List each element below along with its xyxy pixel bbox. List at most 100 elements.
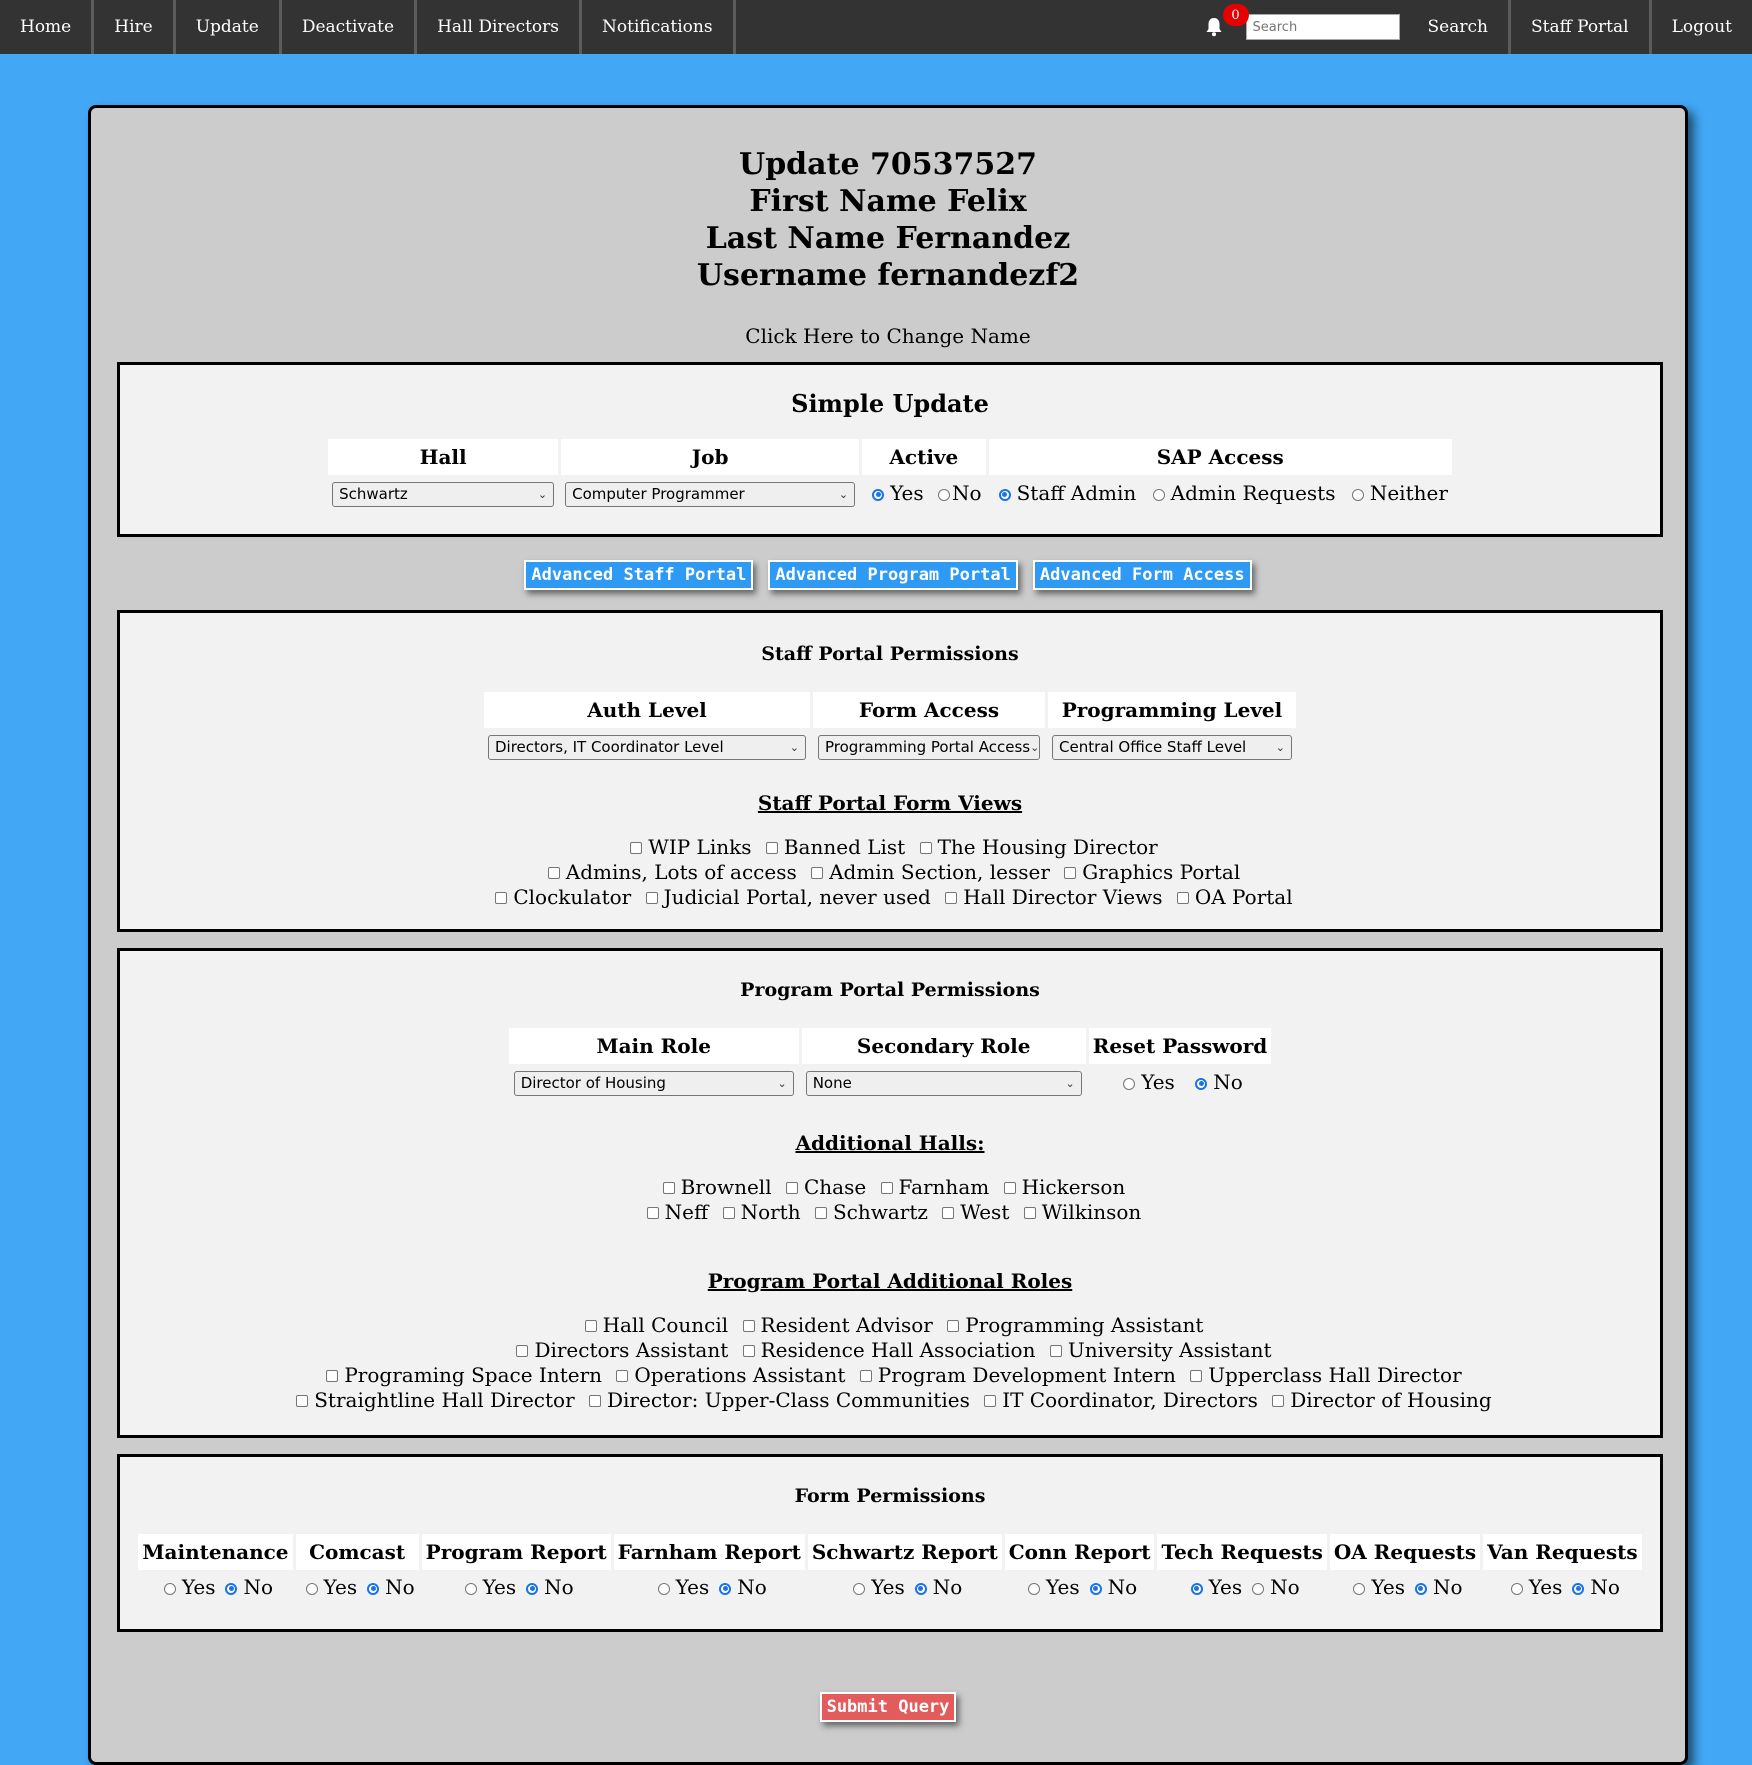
reset-password-yes-radio[interactable] xyxy=(1123,1077,1136,1090)
oa-requests-options: Yes No xyxy=(1330,1573,1480,1601)
residence-hall-association-checkbox[interactable] xyxy=(742,1345,755,1357)
sap-staff-admin-radio[interactable] xyxy=(998,488,1011,501)
admins-checkbox[interactable] xyxy=(547,867,560,879)
nav-home[interactable]: Home xyxy=(0,0,95,54)
chase-checkbox[interactable] xyxy=(785,1182,798,1194)
schwartz-checkbox[interactable] xyxy=(814,1207,827,1219)
checkbox-label: Hickerson xyxy=(1021,1174,1126,1199)
program-portal-table: Main Role Secondary Role Reset Password … xyxy=(506,1025,1275,1101)
programming-level-select[interactable]: Central Office Staff Level ⌄ xyxy=(1052,734,1292,760)
halls-row: Neff North Schwartz West Wilkinson xyxy=(120,1200,1660,1225)
it-coordinator-directors-checkbox[interactable] xyxy=(984,1395,997,1407)
advanced-staff-portal-button[interactable]: Advanced Staff Portal xyxy=(524,560,754,590)
change-name-link[interactable]: Click Here to Change Name xyxy=(91,324,1685,348)
hall-director-views-checkbox[interactable] xyxy=(945,892,958,904)
farnham-report-no-radio[interactable] xyxy=(719,1582,732,1595)
active-yes-radio[interactable] xyxy=(872,488,885,501)
maintenance-yes-radio[interactable] xyxy=(163,1582,176,1595)
maintenance-no-radio[interactable] xyxy=(225,1582,238,1595)
search-button[interactable]: Search xyxy=(1408,0,1508,54)
oa-requests-no-radio[interactable] xyxy=(1414,1582,1427,1595)
main-role-select[interactable]: Director of Housing ⌄ xyxy=(513,1070,794,1096)
no-label: No xyxy=(1590,1575,1620,1599)
van-requests-header: Van Requests xyxy=(1483,1534,1642,1570)
housing-director-checkbox[interactable] xyxy=(919,842,932,854)
oa-portal-checkbox[interactable] xyxy=(1176,892,1189,904)
nav-hall-directors[interactable]: Hall Directors xyxy=(417,0,583,54)
university-assistant-checkbox[interactable] xyxy=(1049,1345,1062,1357)
directors-assistant-checkbox[interactable] xyxy=(516,1345,529,1357)
advanced-form-access-button[interactable]: Advanced Form Access xyxy=(1032,560,1252,590)
operations-assistant-checkbox[interactable] xyxy=(616,1370,629,1382)
conn-report-no-radio[interactable] xyxy=(1089,1582,1102,1595)
sap-admin-requests-radio[interactable] xyxy=(1152,488,1165,501)
van-requests-no-radio[interactable] xyxy=(1572,1582,1585,1595)
checkbox-label: Graphics Portal xyxy=(1082,859,1241,884)
form-views-list: WIP Links Banned List The Housing Direct… xyxy=(120,835,1660,910)
active-no-radio[interactable] xyxy=(938,488,951,501)
submit-query-button[interactable]: Submit Query xyxy=(819,1692,957,1722)
farnham-checkbox[interactable] xyxy=(880,1182,893,1194)
roles-row: Programing Space Intern Operations Assis… xyxy=(120,1363,1660,1388)
nav-notifications[interactable]: Notifications xyxy=(582,0,736,54)
conn-report-yes-radio[interactable] xyxy=(1028,1582,1041,1595)
wip-links-checkbox[interactable] xyxy=(630,842,643,854)
programing-space-intern-checkbox[interactable] xyxy=(326,1370,339,1382)
clockulator-checkbox[interactable] xyxy=(495,892,508,904)
hall-select[interactable]: Schwartz ⌄ xyxy=(332,481,555,507)
nav-hire[interactable]: Hire xyxy=(94,0,176,54)
comcast-no-radio[interactable] xyxy=(367,1582,380,1595)
schwartz-report-no-radio[interactable] xyxy=(914,1582,927,1595)
program-report-options: Yes No xyxy=(422,1573,611,1601)
advanced-program-portal-button[interactable]: Advanced Program Portal xyxy=(768,560,1018,590)
straightline-hall-director-checkbox[interactable] xyxy=(296,1395,309,1407)
no-label: No xyxy=(1107,1575,1138,1599)
graphics-portal-checkbox[interactable] xyxy=(1064,867,1077,879)
nav-staff-portal[interactable]: Staff Portal xyxy=(1507,0,1649,54)
north-checkbox[interactable] xyxy=(722,1207,735,1219)
checkbox-label: The Housing Director xyxy=(937,834,1158,859)
checkbox-label: Neff xyxy=(664,1199,709,1224)
van-requests-yes-radio[interactable] xyxy=(1510,1582,1523,1595)
update-panel: Update 70537527 First Name Felix Last Na… xyxy=(88,105,1688,1765)
brownell-checkbox[interactable] xyxy=(662,1182,675,1194)
auth-level-select[interactable]: Directors, IT Coordinator Level ⌄ xyxy=(488,734,806,760)
tech-requests-yes-radio[interactable] xyxy=(1190,1582,1203,1595)
programming-assistant-checkbox[interactable] xyxy=(947,1320,960,1332)
comcast-yes-radio[interactable] xyxy=(305,1582,318,1595)
west-checkbox[interactable] xyxy=(942,1207,955,1219)
nav-logout[interactable]: Logout xyxy=(1648,0,1752,54)
wilkinson-checkbox[interactable] xyxy=(1023,1207,1036,1219)
program-report-yes-radio[interactable] xyxy=(464,1582,477,1595)
banned-list-checkbox[interactable] xyxy=(765,842,778,854)
farnham-report-yes-radio[interactable] xyxy=(657,1582,670,1595)
judicial-portal-checkbox[interactable] xyxy=(645,892,658,904)
job-select[interactable]: Computer Programmer ⌄ xyxy=(565,481,856,507)
additional-halls-list: Brownell Chase Farnham Hickerson Neff No… xyxy=(120,1175,1660,1225)
notifications-bell[interactable]: 0 xyxy=(1192,0,1249,54)
schwartz-report-yes-radio[interactable] xyxy=(853,1582,866,1595)
sap-neither-radio[interactable] xyxy=(1351,488,1364,501)
program-report-no-radio[interactable] xyxy=(526,1582,539,1595)
nav-update[interactable]: Update xyxy=(176,0,282,54)
main-role-header: Main Role xyxy=(508,1028,799,1064)
maintenance-header: Maintenance xyxy=(138,1534,293,1570)
first-name-heading: First Name Felix xyxy=(749,184,1027,219)
tech-requests-no-radio[interactable] xyxy=(1252,1582,1265,1595)
oa-requests-yes-radio[interactable] xyxy=(1353,1582,1366,1595)
checkbox-label: Schwartz xyxy=(832,1199,928,1224)
form-access-select[interactable]: Programming Portal Access ⌄ xyxy=(818,734,1040,760)
hall-council-checkbox[interactable] xyxy=(584,1320,597,1332)
upperclass-hall-director-checkbox[interactable] xyxy=(1190,1370,1203,1382)
neff-checkbox[interactable] xyxy=(646,1207,659,1219)
director-upper-class-communities-checkbox[interactable] xyxy=(588,1395,601,1407)
program-development-intern-checkbox[interactable] xyxy=(859,1370,872,1382)
admin-section-checkbox[interactable] xyxy=(811,867,824,879)
search-input[interactable] xyxy=(1245,14,1400,40)
resident-advisor-checkbox[interactable] xyxy=(742,1320,755,1332)
hickerson-checkbox[interactable] xyxy=(1003,1182,1016,1194)
reset-password-no-radio[interactable] xyxy=(1195,1077,1208,1090)
secondary-role-select[interactable]: None ⌄ xyxy=(805,1070,1082,1096)
director-of-housing-checkbox[interactable] xyxy=(1272,1395,1285,1407)
nav-deactivate[interactable]: Deactivate xyxy=(282,0,418,54)
